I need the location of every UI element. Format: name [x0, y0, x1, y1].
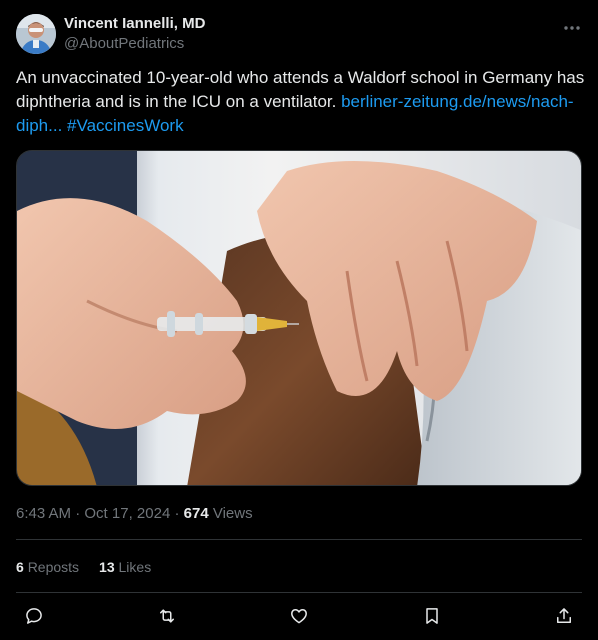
author-display-name[interactable]: Vincent Iannelli, MD: [64, 14, 205, 34]
views-label: Views: [212, 505, 253, 522]
author-handle[interactable]: @AboutPediatrics: [64, 34, 205, 54]
views-count: 674: [183, 505, 209, 522]
reply-button[interactable]: [22, 604, 46, 628]
bookmark-button[interactable]: [420, 604, 444, 628]
meta-separator-2: ·: [174, 505, 180, 522]
divider: [16, 539, 582, 540]
bookmark-icon: [425, 608, 438, 624]
share-button[interactable]: [552, 604, 576, 628]
like-button[interactable]: [287, 604, 311, 628]
reposts-count: 6: [16, 559, 24, 575]
more-dots-icon: [564, 26, 580, 30]
likes-label: Likes: [118, 559, 152, 575]
tweet-header: Vincent Iannelli, MD @AboutPediatrics: [16, 12, 586, 56]
share-icon: [557, 608, 571, 623]
tweet-time[interactable]: 6:43 AM: [16, 505, 71, 522]
hashtag-link[interactable]: #VaccinesWork: [67, 116, 184, 135]
tweet-date[interactable]: Oct 17, 2024: [84, 505, 170, 522]
divider: [16, 592, 582, 593]
tweet-photo[interactable]: [16, 150, 582, 486]
likes-count: 13: [99, 559, 115, 575]
engagement-stats: 6 Reposts 13 Likes: [16, 557, 151, 577]
reposts-label: Reposts: [27, 559, 80, 575]
reply-icon: [26, 608, 42, 624]
reposts-stat[interactable]: 6 Reposts: [16, 557, 79, 577]
tweet-meta: 6:43 AM · Oct 17, 2024 · 674 Views: [16, 504, 253, 524]
heart-icon: [291, 609, 307, 624]
likes-stat[interactable]: 13 Likes: [99, 557, 151, 577]
repost-icon: [159, 609, 174, 623]
more-options-button[interactable]: [560, 18, 584, 38]
action-bar: [16, 603, 582, 629]
tweet-body: An unvaccinated 10-year-old who attends …: [16, 66, 586, 138]
repost-button[interactable]: [155, 604, 179, 628]
avatar[interactable]: [16, 14, 56, 54]
vaccination-photo: [17, 151, 581, 485]
meta-separator: ·: [75, 505, 81, 522]
